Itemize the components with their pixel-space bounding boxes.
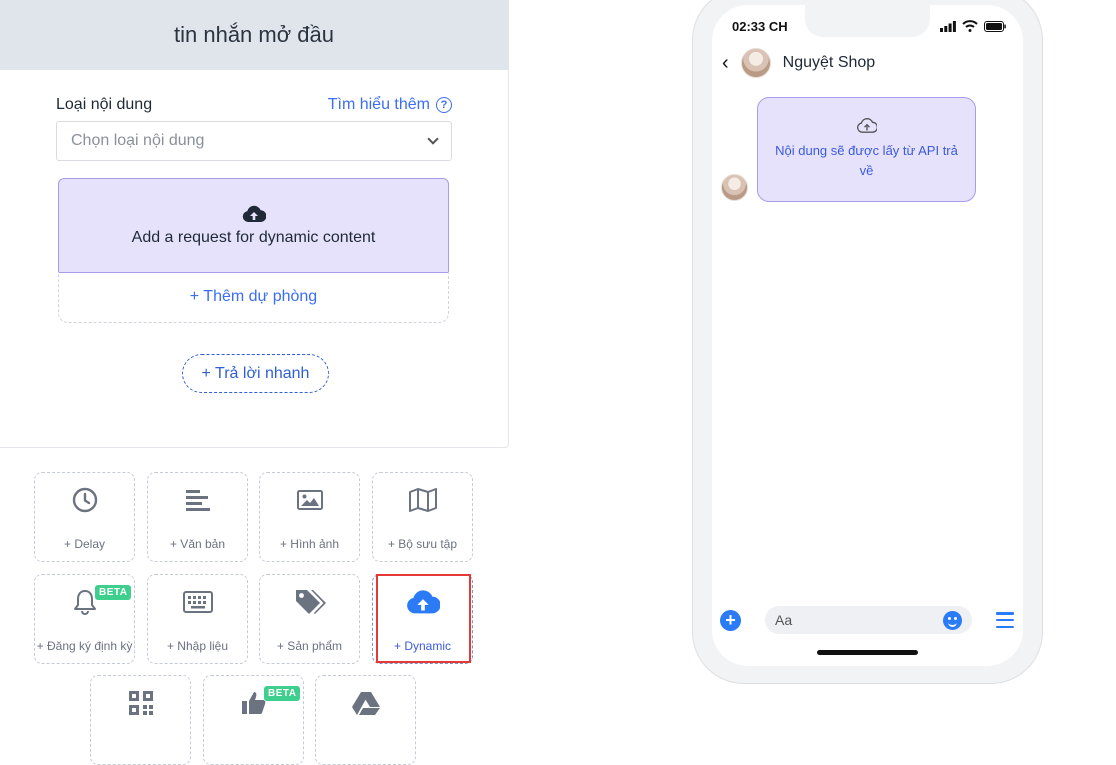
chat-header: ‹ Nguyệt Shop	[722, 48, 875, 78]
status-time: 02:33 CH	[732, 19, 788, 34]
content-type-select[interactable]: Chọn loại nội dung	[56, 121, 452, 161]
help-circle-icon: ?	[436, 97, 452, 113]
google-drive-icon	[351, 692, 380, 715]
image-icon	[296, 490, 323, 510]
tags-icon	[295, 590, 326, 614]
home-indicator	[817, 650, 918, 655]
tool-subscription[interactable]: BETA + Đăng ký định kỳ	[34, 574, 135, 664]
map-gallery-icon	[408, 488, 437, 512]
tool-gallery[interactable]: + Bộ sưu tập	[372, 472, 473, 562]
qr-code-icon	[128, 691, 153, 715]
tool-label: + Hình ảnh	[279, 537, 340, 551]
text-lines-icon	[185, 490, 210, 511]
shop-name: Nguyệt Shop	[782, 54, 876, 71]
plus-icon[interactable]: +	[720, 609, 741, 631]
menu-icon[interactable]	[996, 612, 1014, 628]
tool-label: + Bộ sưu tập	[387, 537, 458, 551]
thumbs-up-icon	[241, 692, 265, 714]
message-input[interactable]: Aa	[765, 606, 972, 634]
tool-label: + Văn bản	[169, 537, 226, 551]
back-arrow-icon[interactable]: ‹	[722, 53, 729, 73]
status-icons	[940, 20, 1006, 32]
tool-label: + Sản phẩm	[276, 639, 343, 653]
dynamic-request-box[interactable]: Add a request for dynamic content	[58, 178, 449, 273]
tool-label: + Nhập liệu	[166, 639, 229, 653]
cloud-upload-icon	[242, 205, 266, 222]
signal-icon	[940, 20, 956, 32]
emoji-icon[interactable]	[943, 610, 962, 630]
input-placeholder: Aa	[775, 612, 793, 628]
content-type-row: Loại nội dung Tìm hiểu thêm ?	[56, 96, 452, 114]
tool-delay[interactable]: + Delay	[34, 472, 135, 562]
bubble-text: Nội dung sẽ được lấy từ API trả về	[775, 143, 958, 178]
tool-products[interactable]: + Sản phẩm	[259, 574, 360, 664]
learn-more-link[interactable]: Tìm hiểu thêm ?	[328, 96, 452, 114]
add-fallback-button[interactable]: + Thêm dự phòng	[58, 272, 449, 323]
beta-badge: BETA	[264, 686, 301, 701]
tool-feedback[interactable]: BETA	[203, 675, 304, 765]
phone-notch	[805, 5, 930, 37]
content-type-label: Loại nội dung	[56, 96, 153, 113]
battery-icon	[984, 20, 1006, 32]
content-type-placeholder: Chọn loại nội dung	[71, 132, 205, 149]
bubble-avatar	[721, 174, 748, 201]
editor-title: tin nhắn mở đầu	[0, 0, 508, 70]
message-composer: + Aa	[720, 606, 1018, 634]
clock-icon	[72, 487, 97, 513]
selection-highlight	[376, 574, 471, 663]
wifi-icon	[962, 20, 978, 32]
dynamic-request-label: Add a request for dynamic content	[131, 228, 376, 246]
tool-qr-code[interactable]	[90, 675, 191, 765]
beta-badge: BETA	[95, 585, 132, 600]
bell-icon	[73, 590, 96, 615]
tool-image[interactable]: + Hình ảnh	[259, 472, 360, 562]
tool-label: + Đăng ký định kỳ	[36, 639, 133, 653]
quick-reply-button[interactable]: + Trả lời nhanh	[182, 354, 329, 393]
shop-avatar	[740, 48, 771, 78]
tool-label: + Delay	[63, 537, 106, 551]
learn-more-label: Tìm hiểu thêm	[327, 96, 430, 113]
tool-input[interactable]: + Nhập liệu	[147, 574, 248, 664]
keyboard-icon	[182, 591, 213, 613]
tool-text[interactable]: + Văn bản	[147, 472, 248, 562]
cloud-upload-outline-icon	[856, 118, 877, 133]
tool-google-drive[interactable]	[315, 675, 416, 765]
dynamic-content-bubble: Nội dung sẽ được lấy từ API trả về	[757, 97, 976, 202]
chevron-down-icon	[427, 133, 439, 145]
